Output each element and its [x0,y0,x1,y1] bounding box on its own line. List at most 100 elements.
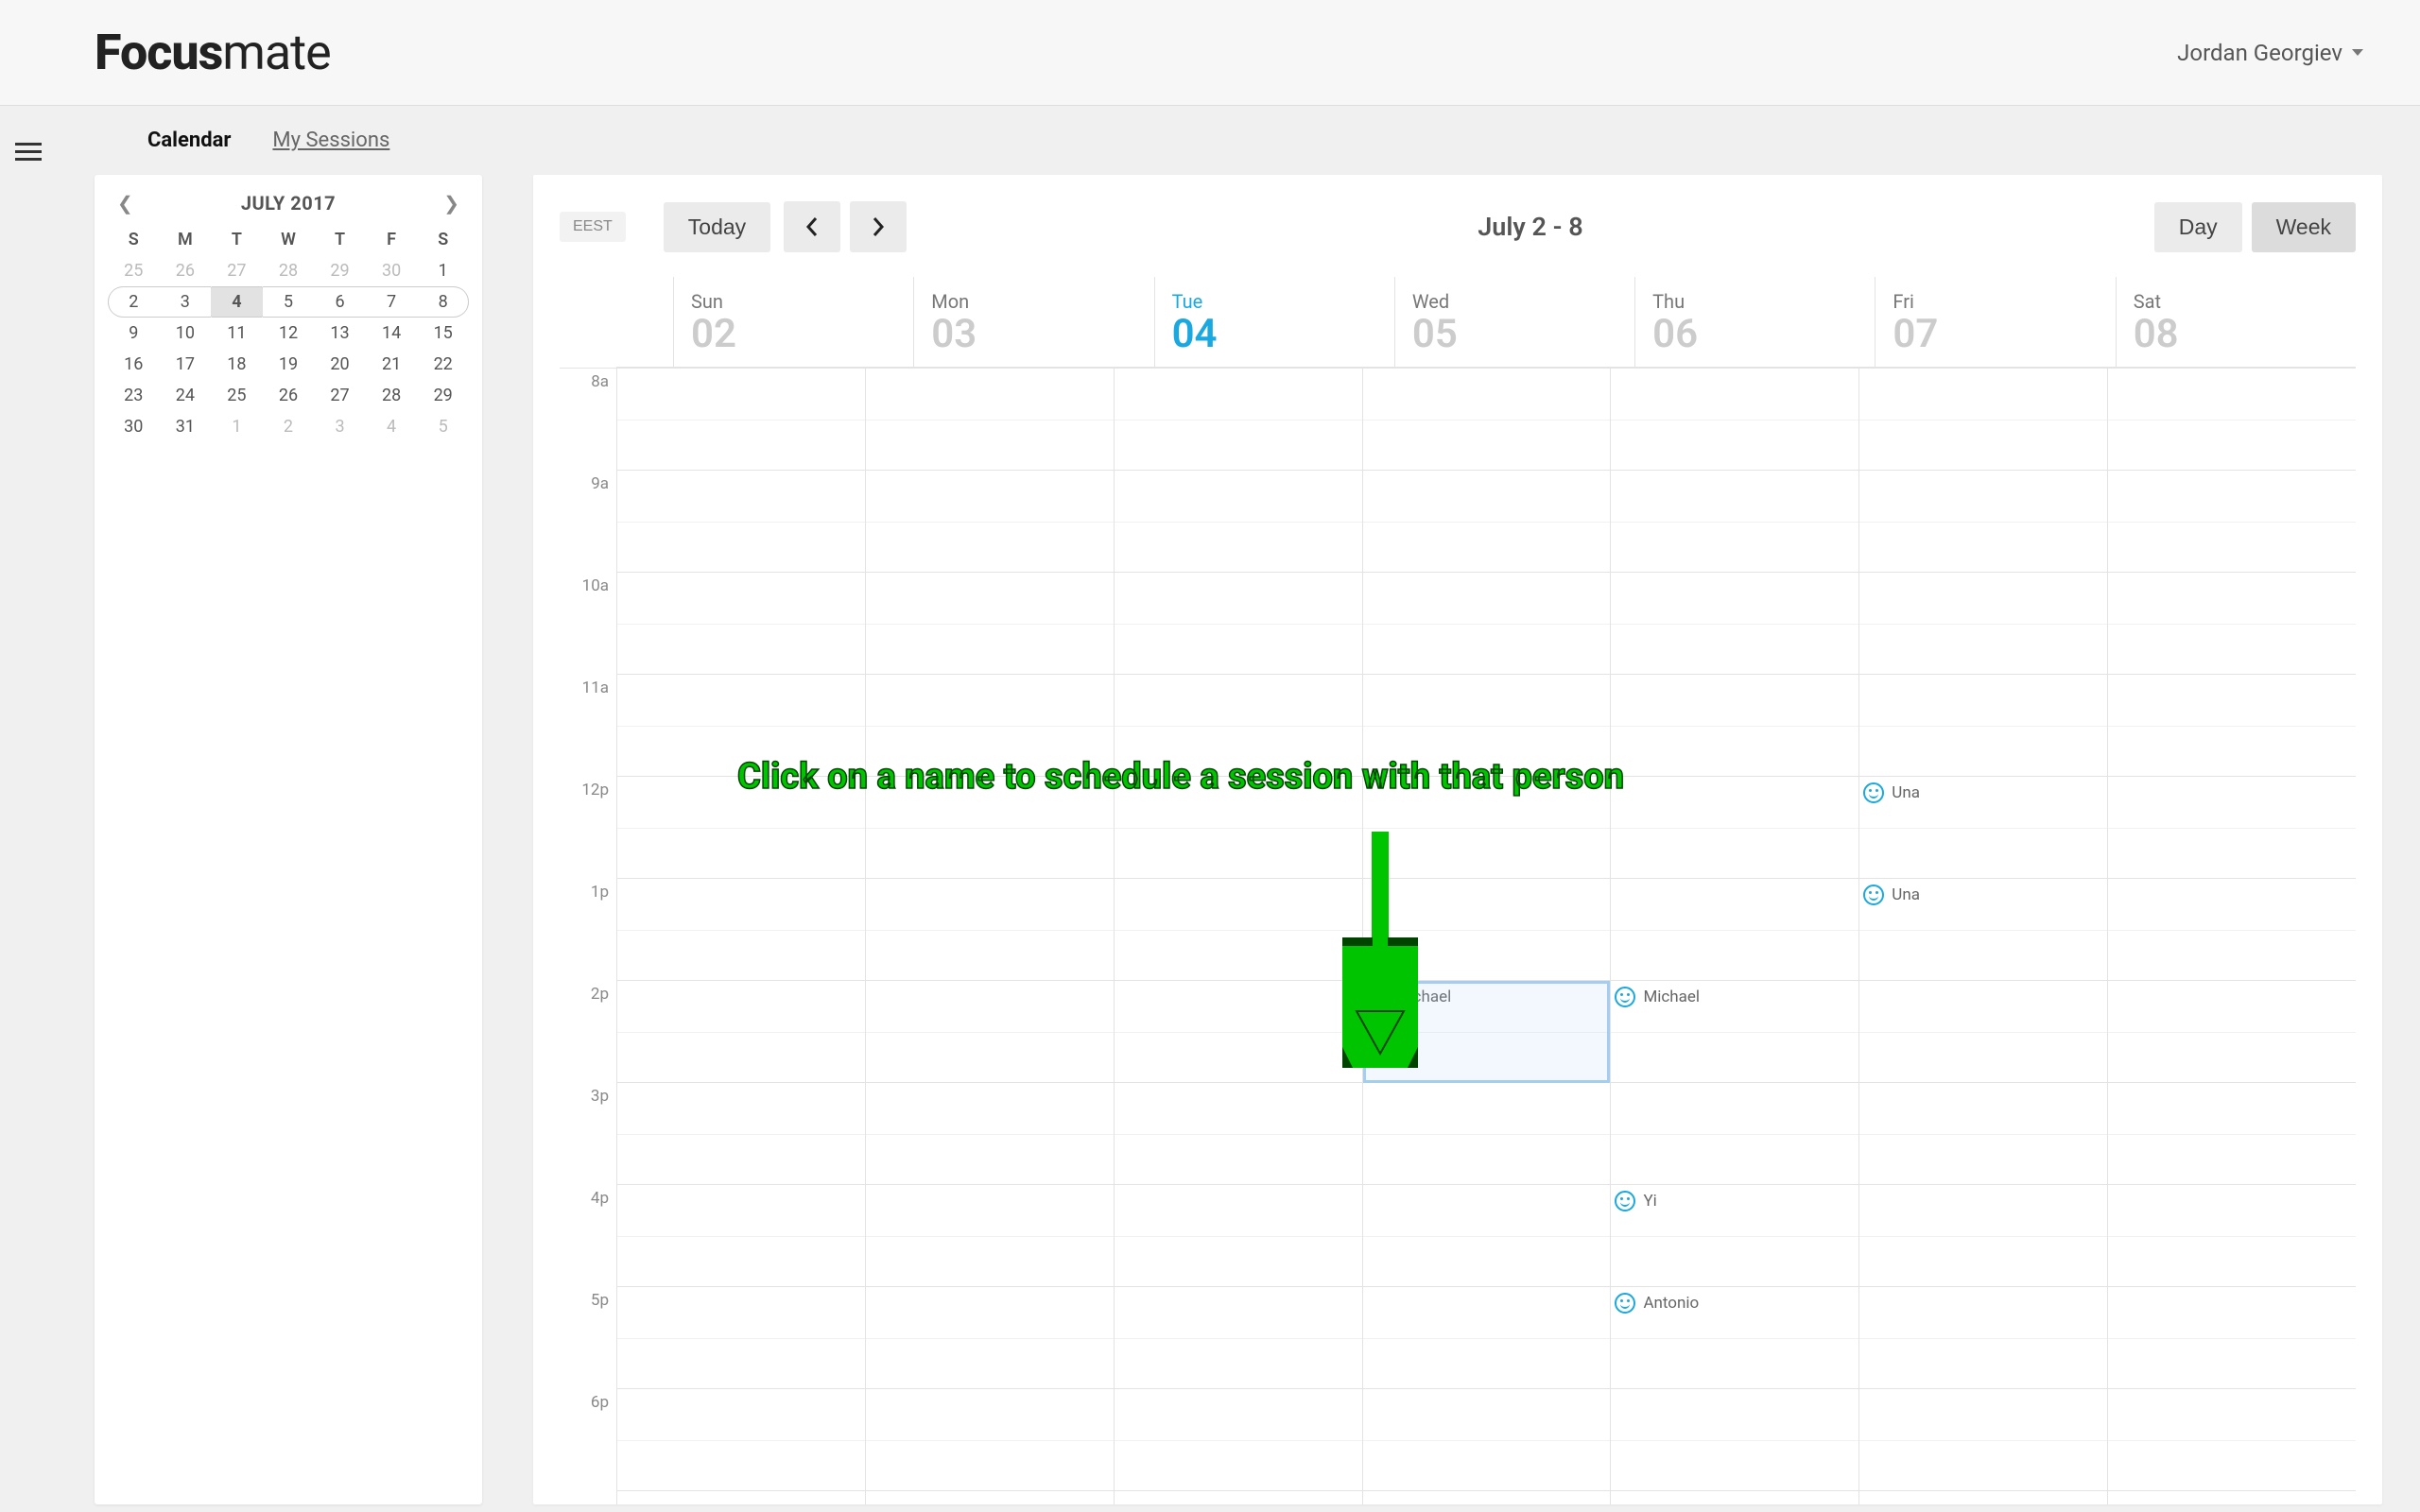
day-header: Fri 07 [1875,277,2115,367]
mini-cal-day[interactable]: 18 [211,349,263,380]
hour-label: 4p [560,1189,616,1291]
today-button[interactable]: Today [664,202,770,252]
mini-cal-day[interactable]: 26 [263,380,315,411]
user-menu[interactable]: Jordan Georgiev [2177,40,2363,66]
day-header: Tue 04 [1154,277,1394,367]
mini-cal-day[interactable]: 25 [211,380,263,411]
mini-cal-day[interactable]: 31 [160,411,212,442]
mini-cal-day[interactable]: 26 [160,255,212,286]
tab-my-sessions[interactable]: My Sessions [272,129,389,152]
mini-cal-day[interactable]: 13 [314,318,366,349]
hour-label: 1p [560,883,616,985]
mini-cal-title: JULY 2017 [241,192,336,215]
event-name: Antonio [1643,1294,1699,1313]
mini-cal-day[interactable]: 7 [366,286,418,318]
mini-cal-day[interactable]: 17 [160,349,212,380]
mini-cal-day[interactable]: 5 [417,411,469,442]
annotation-callout: Click on a name to schedule a session wi… [737,756,1624,798]
day-number: 08 [2134,311,2339,357]
app-header: Focusmate Jordan Georgiev [0,0,2420,106]
smiley-icon [1863,782,1884,803]
mini-cal-day[interactable]: 14 [366,318,418,349]
day-number: 05 [1412,311,1617,357]
calendar-toolbar: EEST Today July 2 - 8 Day Week [560,201,2356,277]
day-abbr: Tue [1172,290,1377,313]
mini-cal-day[interactable]: 27 [314,380,366,411]
caret-down-icon [2352,49,2363,56]
mini-cal-day[interactable]: 29 [314,255,366,286]
day-header: Thu 06 [1634,277,1875,367]
mini-cal-day[interactable]: 6 [314,286,366,318]
mini-cal-day[interactable]: 2 [263,411,315,442]
day-column[interactable] [2107,369,2356,1504]
day-number: 07 [1893,311,2098,357]
mini-cal-day[interactable]: 30 [108,411,160,442]
mini-cal-dow: S [108,224,160,255]
mini-cal-day[interactable]: 4 [211,286,263,318]
day-header: Wed 05 [1394,277,1634,367]
mini-cal-day[interactable]: 3 [160,286,212,318]
annotation-arrow-icon [1342,822,1418,1068]
mini-cal-day[interactable]: 8 [417,286,469,318]
mini-cal-day[interactable]: 1 [417,255,469,286]
session-event[interactable]: Yi [1615,1191,1857,1211]
mini-cal-day[interactable]: 2 [108,286,160,318]
tab-calendar[interactable]: Calendar [147,129,231,152]
session-event[interactable]: Una [1863,782,2105,803]
main-calendar: EEST Today July 2 - 8 Day Week Sun 02Mon [533,175,2382,1504]
mini-cal-dow: W [263,224,315,255]
mini-cal-day[interactable]: 20 [314,349,366,380]
mini-cal-day[interactable]: 16 [108,349,160,380]
next-week-button[interactable] [850,201,907,252]
mini-cal-day[interactable]: 27 [211,255,263,286]
event-name: Una [1892,783,1920,802]
day-abbr: Fri [1893,290,2098,313]
mini-cal-day[interactable]: 23 [108,380,160,411]
mini-cal-day[interactable]: 28 [263,255,315,286]
mini-cal-day[interactable]: 9 [108,318,160,349]
day-abbr: Wed [1412,290,1617,313]
timezone-button[interactable]: EEST [560,212,626,242]
prev-week-button[interactable] [784,201,840,252]
mini-cal-day[interactable]: 12 [263,318,315,349]
week-view-button[interactable]: Week [2252,202,2356,252]
mini-cal-day[interactable]: 19 [263,349,315,380]
day-header: Sun 02 [673,277,913,367]
day-number: 02 [691,311,896,357]
day-column[interactable] [1114,369,1362,1504]
session-event[interactable]: Una [1863,885,2105,905]
mini-cal-day[interactable]: 10 [160,318,212,349]
smiley-icon [1615,1191,1635,1211]
session-event[interactable]: Antonio [1615,1293,1857,1314]
mini-cal-day[interactable]: 29 [417,380,469,411]
day-header: Sat 08 [2116,277,2356,367]
day-column[interactable] [616,369,865,1504]
mini-cal-day[interactable]: 22 [417,349,469,380]
hour-label: 5p [560,1291,616,1393]
day-view-button[interactable]: Day [2154,202,2242,252]
mini-cal-day[interactable]: 30 [366,255,418,286]
day-column[interactable]: Una Una [1858,369,2107,1504]
mini-cal-dow: M [160,224,212,255]
smiley-icon [1615,1293,1635,1314]
mini-cal-day[interactable]: 21 [366,349,418,380]
mini-cal-day[interactable]: 24 [160,380,212,411]
mini-cal-day[interactable]: 5 [263,286,315,318]
mini-cal-day[interactable]: 25 [108,255,160,286]
session-event[interactable]: Michael [1615,987,1857,1007]
mini-cal-prev[interactable]: ❮ [117,192,133,215]
mini-cal-day[interactable]: 28 [366,380,418,411]
hour-label: 3p [560,1087,616,1189]
day-column[interactable]: Michael Yi Antonio [1610,369,1858,1504]
mini-cal-day[interactable]: 4 [366,411,418,442]
day-column[interactable] [865,369,1114,1504]
mini-cal-day[interactable]: 15 [417,318,469,349]
menu-icon[interactable] [15,138,42,165]
day-abbr: Sun [691,290,896,313]
hour-label: 10a [560,576,616,679]
mini-cal-day[interactable]: 11 [211,318,263,349]
mini-cal-day[interactable]: 1 [211,411,263,442]
mini-cal-next[interactable]: ❯ [443,192,459,215]
mini-cal-day[interactable]: 3 [314,411,366,442]
event-name: Yi [1643,1192,1656,1211]
